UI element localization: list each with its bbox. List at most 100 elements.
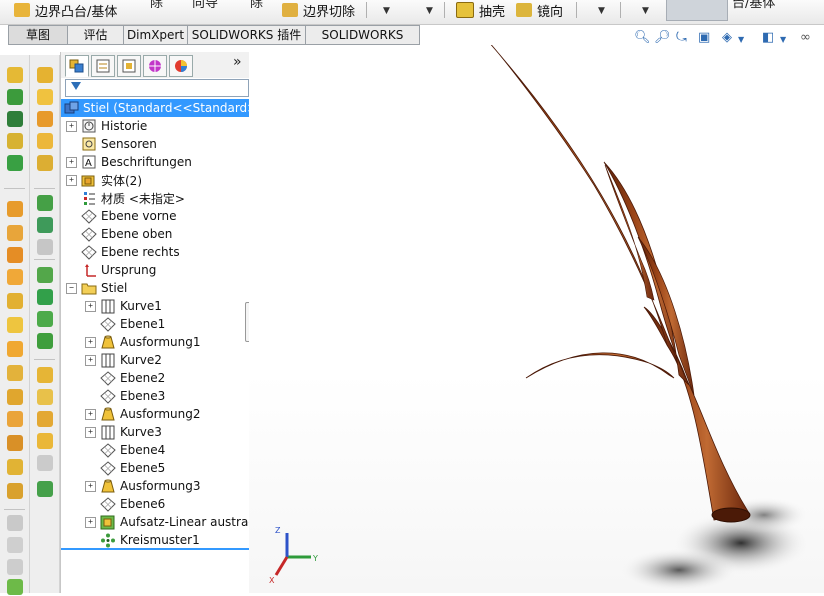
rib-icon[interactable] [7,389,23,405]
revolved-cut-icon[interactable] [7,317,23,333]
tree-item[interactable]: + Ausformung2 [85,405,201,423]
panel-expand-chevron[interactable]: » [233,54,242,70]
tree-item[interactable]: − Stiel [66,279,127,297]
tab-sketch[interactable]: 草图 [8,25,68,45]
boundary-tool-icon[interactable] [37,155,53,171]
tree-item[interactable]: Ebene vorne [66,207,177,225]
tab-dimxpert-manager[interactable] [143,55,167,77]
scale-icon[interactable] [37,411,53,427]
tab-evaluate[interactable]: 评估 [67,25,124,45]
swept-boss-icon[interactable] [7,247,23,263]
tree-item[interactable]: Ebene2 [85,369,165,387]
tree-item[interactable]: Ebene4 [85,441,165,459]
shell-button[interactable]: 抽壳 [456,0,505,20]
tree-expander-toggle[interactable]: + [85,426,96,438]
surface-extrude-icon[interactable] [37,195,53,211]
tree-expander-toggle[interactable]: + [85,354,96,366]
shell-tool-icon[interactable] [7,435,23,451]
tab-solidworks-addins[interactable]: SOLIDWORKS 插件 [187,25,306,45]
hole-wizard-icon[interactable] [7,459,23,475]
wrap-icon[interactable] [7,483,23,499]
tree-item[interactable]: Ebene5 [85,459,165,477]
tab-display-manager[interactable] [169,55,193,77]
tree-item[interactable]: + Aufsatz-Linear austrag [85,513,256,531]
tree-expander-toggle[interactable]: + [66,174,77,186]
revolved-boss-icon[interactable] [7,225,23,241]
surface-offset-icon[interactable] [37,267,53,283]
move-face-icon[interactable] [37,311,53,327]
trim-surface-icon[interactable] [37,333,53,349]
boundary-boss-button[interactable]: 边界凸台/基体 [14,0,117,20]
sweep-tool-icon[interactable] [37,111,53,127]
thicken-icon[interactable] [37,367,53,383]
sketch-fillet-icon[interactable] [7,133,23,149]
surface-revolve-icon[interactable] [37,217,53,233]
chevron-down-icon[interactable]: ▼ [780,35,786,44]
tree-item[interactable]: 材质 <未指定> [66,189,185,207]
tree-item[interactable]: + Kurve1 [85,297,162,315]
tree-item[interactable]: + Kurve2 [85,351,162,369]
zoom-to-fit-icon[interactable]: 🔍︎ [634,30,651,45]
stiel-model[interactable] [486,39,751,523]
tab-solidworks-mbd[interactable]: SOLIDWORKS MBD [305,25,420,60]
smart-dimension-icon[interactable] [7,89,23,105]
sketch-icon[interactable] [7,67,23,83]
tree-item[interactable]: + Kurve3 [85,423,162,441]
ribbon-highlight-box[interactable] [666,0,728,21]
tree-expander-toggle[interactable]: + [66,156,77,168]
fillet-icon[interactable] [7,341,23,357]
revolve-icon[interactable] [37,89,53,105]
section-view-icon[interactable]: ▣ [698,30,710,45]
ribbon-dropdown-icon[interactable]: ▼ [426,6,433,16]
split-icon[interactable] [37,481,53,497]
ribbon-dropdown-icon[interactable]: ▼ [642,6,649,16]
chevron-down-icon[interactable]: ▼ [738,35,744,44]
tree-expander-toggle[interactable]: + [85,408,96,420]
tree-item[interactable]: Ursprung [66,261,156,279]
ribbon-dropdown-icon[interactable]: ▼ [598,6,605,16]
view-orientation-icon[interactable]: ◈ [722,30,732,45]
draft-icon[interactable] [7,411,23,427]
flex-icon[interactable] [37,433,53,449]
extruded-cut-icon[interactable] [7,293,23,309]
tree-expander-toggle[interactable]: + [85,480,96,492]
tree-item[interactable]: Ebene rechts [66,243,180,261]
hide-show-items-icon[interactable]: ∞ [800,30,811,45]
tree-item[interactable]: + Ausformung1 [85,333,201,351]
tab-dimxpert[interactable]: DimXpert [123,25,188,45]
zoom-to-area-icon[interactable]: 🔎︎ [654,30,671,45]
tree-expander-toggle[interactable]: + [85,516,96,528]
tree-item[interactable]: Ebene oben [66,225,172,243]
boss-base-icon[interactable] [37,67,53,83]
tree-item[interactable]: Ebene6 [85,495,165,513]
graphics-viewport[interactable]: Y Z X [249,39,824,593]
tree-item[interactable]: + Ausformung3 [85,477,201,495]
tree-expander-toggle[interactable]: + [85,300,96,312]
display-style-icon[interactable]: ◧ [762,30,774,45]
convert-entities-icon[interactable] [7,155,23,171]
previous-view-icon[interactable]: ⤿ [676,30,687,45]
tab-property-manager[interactable] [91,55,115,77]
ribbon-dropdown-icon[interactable]: ▼ [383,6,390,16]
tree-item[interactable]: Ebene1 [85,315,165,333]
tree-expander-toggle[interactable]: + [85,336,96,348]
lofted-boss-icon[interactable] [7,269,23,285]
spline-icon[interactable] [7,111,23,127]
chamfer-icon[interactable] [7,365,23,381]
tree-item[interactable]: Sensoren [66,135,157,153]
tree-item[interactable]: Kreismuster1 [85,531,200,549]
extruded-boss-icon[interactable] [7,201,23,217]
loft-tool-icon[interactable] [37,133,53,149]
tree-item[interactable]: + Historie [66,117,147,135]
mirror-button[interactable]: 镜向 [516,0,563,20]
boundary-cut-button[interactable]: 边界切除 [282,0,355,20]
tree-item[interactable]: + 实体(2) [66,171,142,189]
rollback-bar[interactable] [61,548,249,550]
tree-filter-input[interactable] [65,79,249,97]
dome-icon[interactable] [37,389,53,405]
tree-item[interactable]: Ebene3 [85,387,165,405]
tab-configuration-manager[interactable] [117,55,141,77]
tree-item[interactable]: + A Beschriftungen [66,153,192,171]
tree-expander-toggle[interactable]: + [66,120,77,132]
tree-root-part[interactable]: Stiel (Standard<<Standard> [61,99,249,117]
